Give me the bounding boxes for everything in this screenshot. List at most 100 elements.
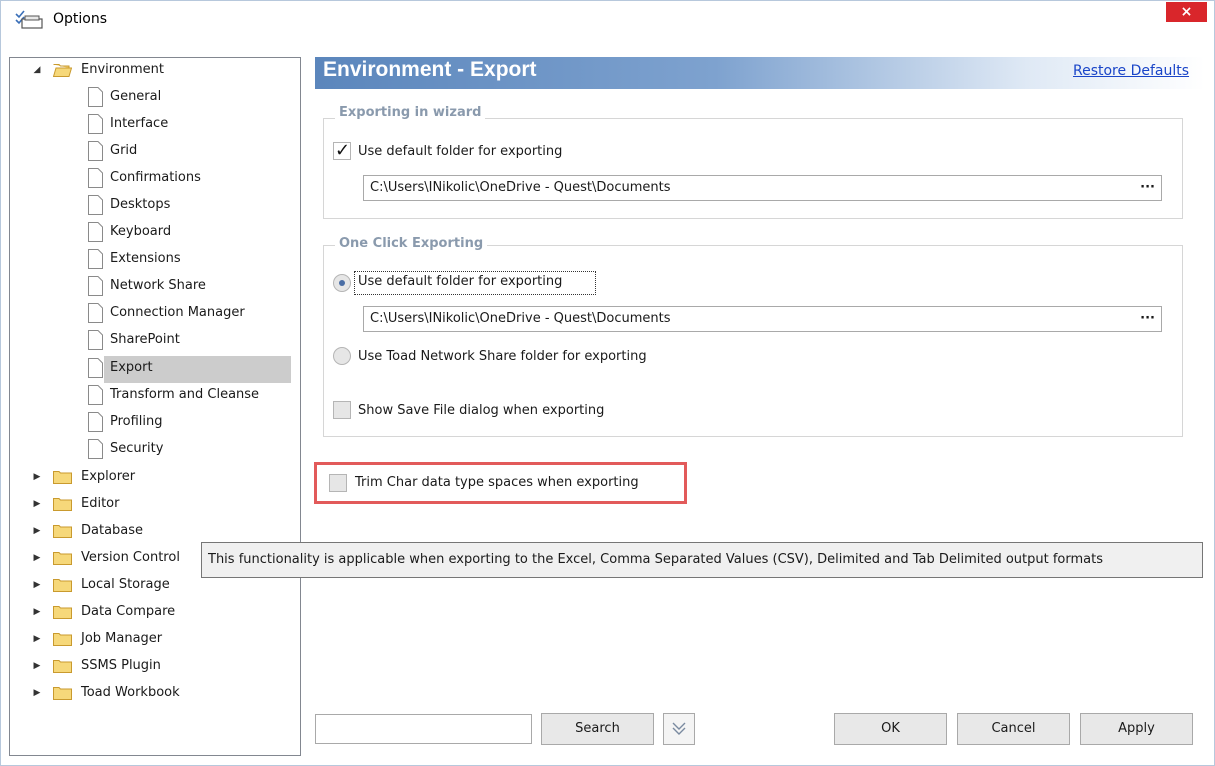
cancel-button[interactable]: Cancel: [957, 713, 1070, 745]
group-title: Exporting in wizard: [335, 105, 486, 120]
tree-node-job-manager[interactable]: ▶ Job Manager: [10, 626, 300, 652]
wizard-use-default-checkbox[interactable]: ✓: [333, 140, 351, 161]
tree-node-connection-manager[interactable]: Connection Manager: [10, 300, 300, 326]
page-icon: [88, 114, 103, 134]
tree-node-toad-workbook[interactable]: ▶ Toad Workbook: [10, 680, 300, 706]
tree-node-grid[interactable]: Grid: [10, 138, 300, 164]
close-button[interactable]: ×: [1166, 2, 1207, 22]
one-click-use-default-label[interactable]: Use default folder for exporting: [358, 274, 562, 289]
show-save-file-checkbox[interactable]: [333, 401, 351, 419]
tree-label: Toad Workbook: [81, 685, 180, 700]
browse-button[interactable]: ···: [1140, 176, 1155, 200]
tree-node-desktops[interactable]: Desktops: [10, 192, 300, 218]
exporting-in-wizard-group: [323, 118, 1183, 219]
folder-icon: [53, 687, 72, 700]
folder-icon: [53, 471, 72, 484]
folder-icon: [53, 552, 72, 565]
browse-button[interactable]: ···: [1140, 307, 1155, 331]
options-tree[interactable]: ◢ Environment General Interface Grid Con…: [9, 57, 301, 756]
expand-arrow-icon[interactable]: ▶: [32, 464, 42, 490]
tree-label: Grid: [110, 143, 138, 158]
wizard-path-field[interactable]: C:\Users\INikolic\OneDrive - Quest\Docum…: [363, 175, 1162, 201]
expand-arrow-icon[interactable]: ▶: [32, 653, 42, 679]
tree-label: Database: [81, 523, 144, 538]
tree-node-explorer[interactable]: ▶ Explorer: [10, 464, 300, 490]
folder-icon: [53, 525, 72, 538]
expand-arrow-icon[interactable]: ▶: [32, 491, 42, 517]
page-icon: [88, 385, 103, 405]
tree-node-transform-and-cleanse[interactable]: Transform and Cleanse: [10, 382, 300, 408]
tree-node-general[interactable]: General: [10, 84, 300, 110]
search-input[interactable]: [315, 714, 532, 744]
tree-label: Confirmations: [110, 170, 201, 185]
expand-arrow-icon[interactable]: ▶: [32, 572, 42, 598]
open-folder-icon: [53, 64, 72, 77]
tree-label: SSMS Plugin: [81, 658, 161, 673]
tree-node-database[interactable]: ▶ Database: [10, 518, 300, 544]
tree-node-confirmations[interactable]: Confirmations: [10, 165, 300, 191]
group-title: One Click Exporting: [335, 236, 488, 251]
expand-arrow-icon[interactable]: ▶: [32, 599, 42, 625]
one-click-network-share-label[interactable]: Use Toad Network Share folder for export…: [358, 349, 647, 364]
tree-node-extensions[interactable]: Extensions: [10, 246, 300, 272]
apply-button[interactable]: Apply: [1080, 713, 1193, 745]
double-chevron-down-icon: [672, 722, 686, 735]
page-icon: [88, 222, 103, 242]
page-icon: [88, 276, 103, 296]
tree-node-interface[interactable]: Interface: [10, 111, 300, 137]
one-click-use-default-radio[interactable]: [333, 274, 351, 292]
tree-label: General: [110, 89, 162, 104]
folder-icon: [53, 633, 72, 646]
one-click-network-share-radio[interactable]: [333, 347, 351, 365]
collapse-arrow-icon[interactable]: ◢: [32, 58, 42, 83]
options-window: Options × ◢ Environment General Interfac…: [0, 0, 1215, 766]
tree-node-sharepoint[interactable]: SharePoint: [10, 327, 300, 353]
tree-label: Export: [110, 360, 153, 375]
trim-char-label[interactable]: Trim Char data type spaces when exportin…: [355, 475, 639, 490]
search-options-dropdown[interactable]: [663, 713, 695, 745]
tree-label: Keyboard: [110, 224, 172, 239]
page-icon: [88, 439, 103, 459]
folder-icon: [53, 660, 72, 673]
tree-node-ssms-plugin[interactable]: ▶ SSMS Plugin: [10, 653, 300, 679]
page-icon: [88, 412, 103, 432]
tree-node-network-share[interactable]: Network Share: [10, 273, 300, 299]
trim-char-tooltip: This functionality is applicable when ex…: [201, 542, 1203, 578]
expand-arrow-icon[interactable]: ▶: [32, 518, 42, 544]
tree-label: Network Share: [110, 278, 206, 293]
expand-arrow-icon[interactable]: ▶: [32, 626, 42, 652]
tree-label: Local Storage: [81, 577, 170, 592]
trim-char-checkbox[interactable]: [329, 474, 347, 492]
tree-label: Data Compare: [81, 604, 176, 619]
tree-node-export[interactable]: Export: [10, 355, 300, 381]
path-value: C:\Users\INikolic\OneDrive - Quest\Docum…: [370, 311, 671, 326]
tree-node-data-compare[interactable]: ▶ Data Compare: [10, 599, 300, 625]
expand-arrow-icon[interactable]: ▶: [32, 680, 42, 706]
one-click-path-field[interactable]: C:\Users\INikolic\OneDrive - Quest\Docum…: [363, 306, 1162, 332]
tree-node-security[interactable]: Security: [10, 436, 300, 462]
window-title: Options: [53, 11, 108, 27]
tree-node-environment[interactable]: ◢ Environment: [10, 58, 300, 83]
checkmark-icon: ✓: [335, 140, 351, 161]
tree-node-editor[interactable]: ▶ Editor: [10, 491, 300, 517]
tree-label: Version Control: [81, 550, 180, 565]
tree-label: Editor: [81, 496, 120, 511]
wizard-use-default-label[interactable]: Use default folder for exporting: [358, 144, 562, 159]
folder-icon: [53, 579, 72, 592]
show-save-file-label[interactable]: Show Save File dialog when exporting: [358, 403, 604, 418]
tree-node-keyboard[interactable]: Keyboard: [10, 219, 300, 245]
page-header: Environment - Export: [315, 57, 1205, 89]
page-icon: [88, 195, 103, 215]
tree-label: Profiling: [110, 414, 163, 429]
page-icon: [88, 330, 103, 350]
restore-defaults-link[interactable]: Restore Defaults: [1073, 63, 1189, 79]
tree-node-profiling[interactable]: Profiling: [10, 409, 300, 435]
expand-arrow-icon[interactable]: ▶: [32, 545, 42, 571]
folder-icon: [53, 606, 72, 619]
tree-label: Explorer: [81, 469, 136, 484]
ok-button[interactable]: OK: [834, 713, 947, 745]
title-bar: Options ×: [1, 1, 1214, 39]
tree-label: SharePoint: [110, 332, 180, 347]
folder-icon: [53, 498, 72, 511]
search-button[interactable]: Search: [541, 713, 654, 745]
